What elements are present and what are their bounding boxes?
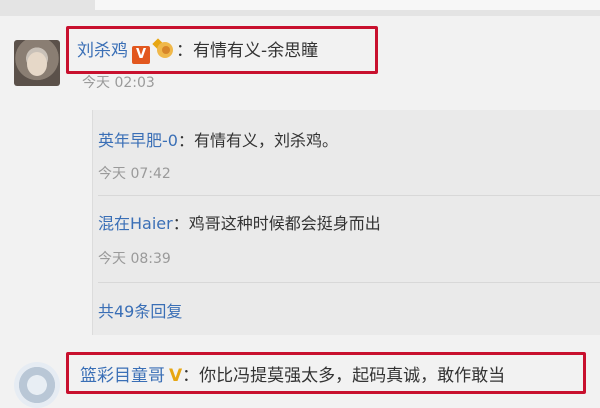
comment1-line: 刘杀鸡 V ：有情有义-余思瞳 (77, 36, 318, 64)
verified-yellow-v-icon: V (169, 366, 183, 386)
reply-1: 英年早肥-0：有情有义，刘杀鸡。 (98, 127, 338, 151)
comment1-time: 今天 02:03 (82, 75, 155, 91)
reply-2-username[interactable]: 混在Haier (98, 214, 173, 233)
verified-v-icon: V (132, 46, 150, 64)
reply-2-text: ：鸡哥这种时候都会挺身而出 (172, 214, 381, 233)
comment2-line: 篮彩目童哥 V：你比冯提莫强太多，起码真诚，敢作敢当 (80, 361, 505, 386)
top-strip (0, 0, 600, 16)
avatar-comment2[interactable] (14, 362, 60, 408)
avatar-comment1[interactable] (14, 40, 60, 86)
reply-divider (98, 195, 600, 196)
avatar-face (27, 52, 47, 76)
reply-divider (98, 282, 600, 283)
medal-icon (152, 38, 176, 60)
more-replies-link[interactable]: 共49条回复 (98, 298, 182, 322)
comment2-text: ：你比冯提莫强太多，起码真诚，敢作敢当 (182, 366, 506, 386)
reply-2-time: 今天 08:39 (98, 251, 171, 267)
reply-1-username[interactable]: 英年早肥-0 (98, 131, 178, 150)
comment1-username[interactable]: 刘杀鸡 (77, 41, 128, 61)
comment1-text: ：有情有义-余思瞳 (176, 41, 319, 61)
reply-1-time: 今天 07:42 (98, 166, 171, 182)
reply-2: 混在Haier：鸡哥这种时候都会挺身而出 (98, 210, 381, 234)
top-strip-inner (95, 0, 600, 10)
comment2-username[interactable]: 篮彩目童哥 (80, 366, 165, 386)
reply-1-text: ：有情有义，刘杀鸡。 (177, 131, 338, 150)
